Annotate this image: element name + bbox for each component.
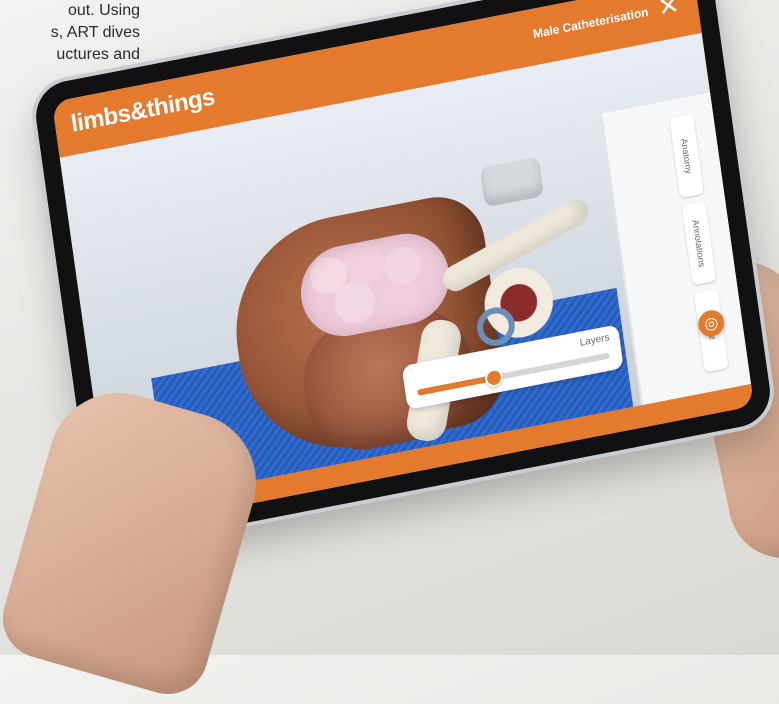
background-text-line: out. Using: [67, 2, 140, 19]
crosshair-icon: ◎: [703, 314, 720, 334]
side-tab-label: Anatomy: [679, 137, 695, 175]
layers-slider-handle[interactable]: [484, 367, 505, 389]
layers-label: Layers: [579, 332, 611, 349]
close-button[interactable]: ✕: [654, 0, 683, 23]
screen-title: Male Catheterisation: [532, 4, 650, 42]
side-tab-label: Annotations: [690, 218, 708, 268]
background-text-line: s, ART dives: [50, 24, 140, 41]
background-text: out. Using s, ART dives uctures and: [0, 0, 140, 66]
background-text-line: uctures and: [56, 46, 140, 63]
model-lid: [479, 156, 545, 208]
layers-slider-fill: [417, 374, 495, 396]
close-icon: ✕: [655, 0, 682, 23]
